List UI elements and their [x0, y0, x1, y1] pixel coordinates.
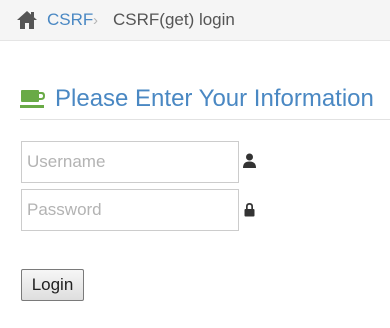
breadcrumb: CSRF › CSRF(get) login: [0, 0, 390, 41]
login-button[interactable]: Login: [21, 269, 84, 301]
breadcrumb-separator-icon: ›: [93, 12, 98, 29]
lock-icon: [244, 203, 255, 217]
password-input[interactable]: [21, 189, 239, 231]
breadcrumb-link-csrf[interactable]: CSRF: [47, 10, 93, 30]
coffee-icon: [20, 90, 45, 108]
page-title: Please Enter Your Information: [55, 85, 374, 112]
breadcrumb-current-page: CSRF(get) login: [113, 10, 235, 29]
page-heading: Please Enter Your Information: [20, 82, 374, 116]
user-icon: [243, 153, 256, 168]
home-icon[interactable]: [16, 10, 38, 30]
heading-divider: [20, 119, 390, 120]
username-input[interactable]: [21, 141, 239, 183]
